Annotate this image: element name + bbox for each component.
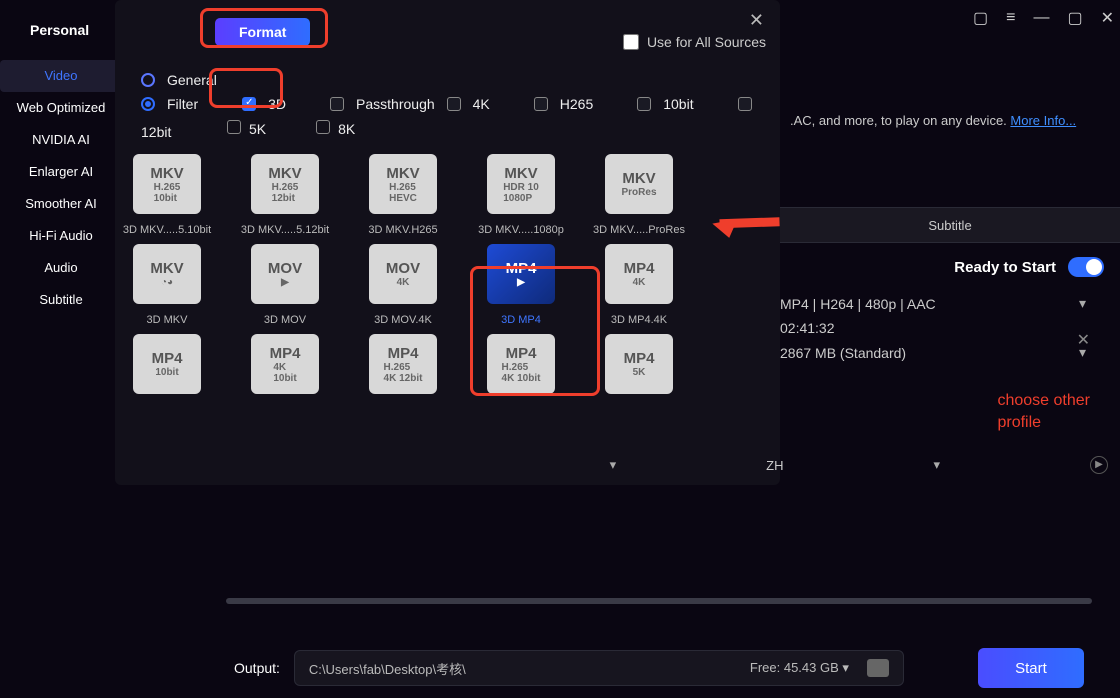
duration-value: 02:41:32 [780, 320, 835, 336]
codec-info-text: .AC, and more, to play on any device. Mo… [780, 110, 1120, 131]
sidebar-item-video[interactable]: Video [0, 60, 122, 92]
checkbox-12bit-label: 12bit [141, 124, 171, 140]
format-tile[interactable]: MKVH.265 10bit3D MKV.....5.10bit [127, 154, 207, 236]
format-tile[interactable]: MOV4K3D MOV.4K [363, 244, 443, 326]
format-tile[interactable]: MP4▶3D MP4 [481, 244, 561, 326]
checkbox-h265-label: H265 [560, 96, 593, 112]
use-for-all-label: Use for All Sources [647, 34, 766, 50]
window-app-icon[interactable]: ▢ [973, 8, 988, 28]
format-tile-caption: 3D MKV.H265 [368, 224, 437, 236]
play-preview-icon[interactable]: ▶ [1090, 456, 1108, 474]
radio-general-label: General [167, 72, 217, 88]
annotation-text: choose other profile [997, 390, 1090, 434]
format-tile-caption: 3D MKV.....ProRes [593, 224, 685, 236]
window-close-icon[interactable]: ✕ [1101, 8, 1114, 28]
tab-subtitle[interactable]: Subtitle [780, 207, 1120, 243]
format-tile-caption: 3D MKV.....1080p [478, 224, 564, 236]
format-tile[interactable]: MP410bit [127, 334, 207, 404]
checkbox-4k-label: 4K [473, 96, 490, 112]
format-tile[interactable]: MP4H.265 4K 12bit [363, 334, 443, 404]
checkbox-5k-label: 5K [249, 121, 266, 137]
window-minimize-icon[interactable]: — [1033, 9, 1049, 27]
format-tile[interactable]: MKVProRes3D MKV.....ProRes [599, 154, 679, 236]
tab-format[interactable]: Format [215, 18, 310, 46]
checkbox-h265[interactable] [534, 97, 548, 111]
checkbox-10bit-label: 10bit [663, 96, 693, 112]
format-grid: MKVH.265 10bit3D MKV.....5.10bit MKVH.265… [127, 154, 767, 404]
format-tile-caption: 3D MOV [264, 314, 306, 326]
sidebar-item-hifi-audio[interactable]: Hi-Fi Audio [0, 220, 122, 252]
checkbox-3d[interactable] [242, 97, 256, 111]
checkbox-8k-label: 8K [338, 121, 355, 137]
use-for-all-checkbox[interactable] [623, 34, 639, 50]
checkbox-passthrough-label: Passthrough [356, 96, 435, 112]
checkbox-5k[interactable] [227, 120, 241, 134]
sidebar-item-enlarger-ai[interactable]: Enlarger AI [0, 156, 122, 188]
profile-value: MP4 | H264 | 480p | AAC [780, 296, 936, 312]
checkbox-3d-label: 3D [268, 96, 286, 112]
remove-item-icon[interactable]: ✕ [1077, 330, 1090, 350]
more-info-link[interactable]: More Info... [1010, 113, 1076, 128]
format-tile-caption: 3D MKV.....5.10bit [123, 224, 211, 236]
output-path-value: C:\Users\fab\Desktop\考核\ [309, 659, 466, 678]
sidebar-item-web-optimized[interactable]: Web Optimized [0, 92, 122, 124]
format-tile-caption: 3D MKV [147, 314, 188, 326]
radio-general[interactable] [141, 73, 155, 87]
audio-dropdown-icon[interactable]: ▾ [600, 457, 627, 473]
checkbox-passthrough[interactable] [330, 97, 344, 111]
subtitle-dropdown-icon[interactable]: ▾ [923, 457, 950, 473]
format-tile[interactable]: MP45K [599, 334, 679, 404]
format-tile[interactable]: MKVH.265 12bit3D MKV.....5.12bit [245, 154, 325, 236]
sidebar-item-subtitle[interactable]: Subtitle [0, 284, 122, 316]
sidebar-item-nvidia-ai[interactable]: NVIDIA AI [0, 124, 122, 156]
free-space-value: Free: 45.43 GB ▾ [750, 660, 849, 676]
close-icon[interactable]: ✕ [749, 10, 764, 31]
window-menu-icon[interactable]: ≡ [1006, 9, 1015, 27]
format-tile[interactable]: MKVH.265 HEVC3D MKV.H265 [363, 154, 443, 236]
folder-icon[interactable] [867, 659, 889, 677]
format-tile[interactable]: MKVHDR 10 1080P3D MKV.....1080p [481, 154, 561, 236]
sidebar-item-audio[interactable]: Audio [0, 252, 122, 284]
format-tile[interactable]: MP44K3D MP4.4K [599, 244, 679, 326]
tab-personal[interactable]: Personal [30, 22, 89, 38]
start-button[interactable]: Start [978, 648, 1084, 688]
format-tile[interactable]: MKV◔◕3D MKV [127, 244, 207, 326]
profile-dropdown-icon[interactable]: ▾ [1069, 295, 1096, 312]
window-maximize-icon[interactable]: ▢ [1067, 8, 1082, 28]
checkbox-10bit[interactable] [637, 97, 651, 111]
checkbox-12bit[interactable] [738, 97, 752, 111]
format-tile[interactable]: MP4H.265 4K 10bit [481, 334, 561, 404]
ready-toggle[interactable] [1068, 257, 1104, 277]
radio-filter[interactable] [141, 97, 155, 111]
ready-to-start-label: Ready to Start [954, 259, 1056, 276]
output-path-field[interactable]: C:\Users\fab\Desktop\考核\ Free: 45.43 GB … [294, 650, 904, 686]
sidebar-item-smoother-ai[interactable]: Smoother AI [0, 188, 122, 220]
checkbox-4k[interactable] [447, 97, 461, 111]
output-label: Output: [234, 660, 280, 676]
radio-filter-label: Filter [167, 96, 198, 112]
format-tile-caption: 3D MKV.....5.12bit [241, 224, 329, 236]
format-tile-caption: 3D MP4.4K [611, 314, 667, 326]
format-tile[interactable]: MOV▶3D MOV [245, 244, 325, 326]
format-tile[interactable]: MP44K 10bit [245, 334, 325, 404]
subtitle-lang-value: ZH [766, 458, 783, 473]
size-value: 2867 MB (Standard) [780, 345, 906, 361]
format-tile-caption: 3D MOV.4K [374, 314, 432, 326]
checkbox-8k[interactable] [316, 120, 330, 134]
progress-scrubber[interactable] [226, 598, 1092, 604]
format-panel: ✕ Format Use for All Sources General Fil… [115, 0, 780, 485]
format-tile-caption: 3D MP4 [501, 314, 541, 326]
